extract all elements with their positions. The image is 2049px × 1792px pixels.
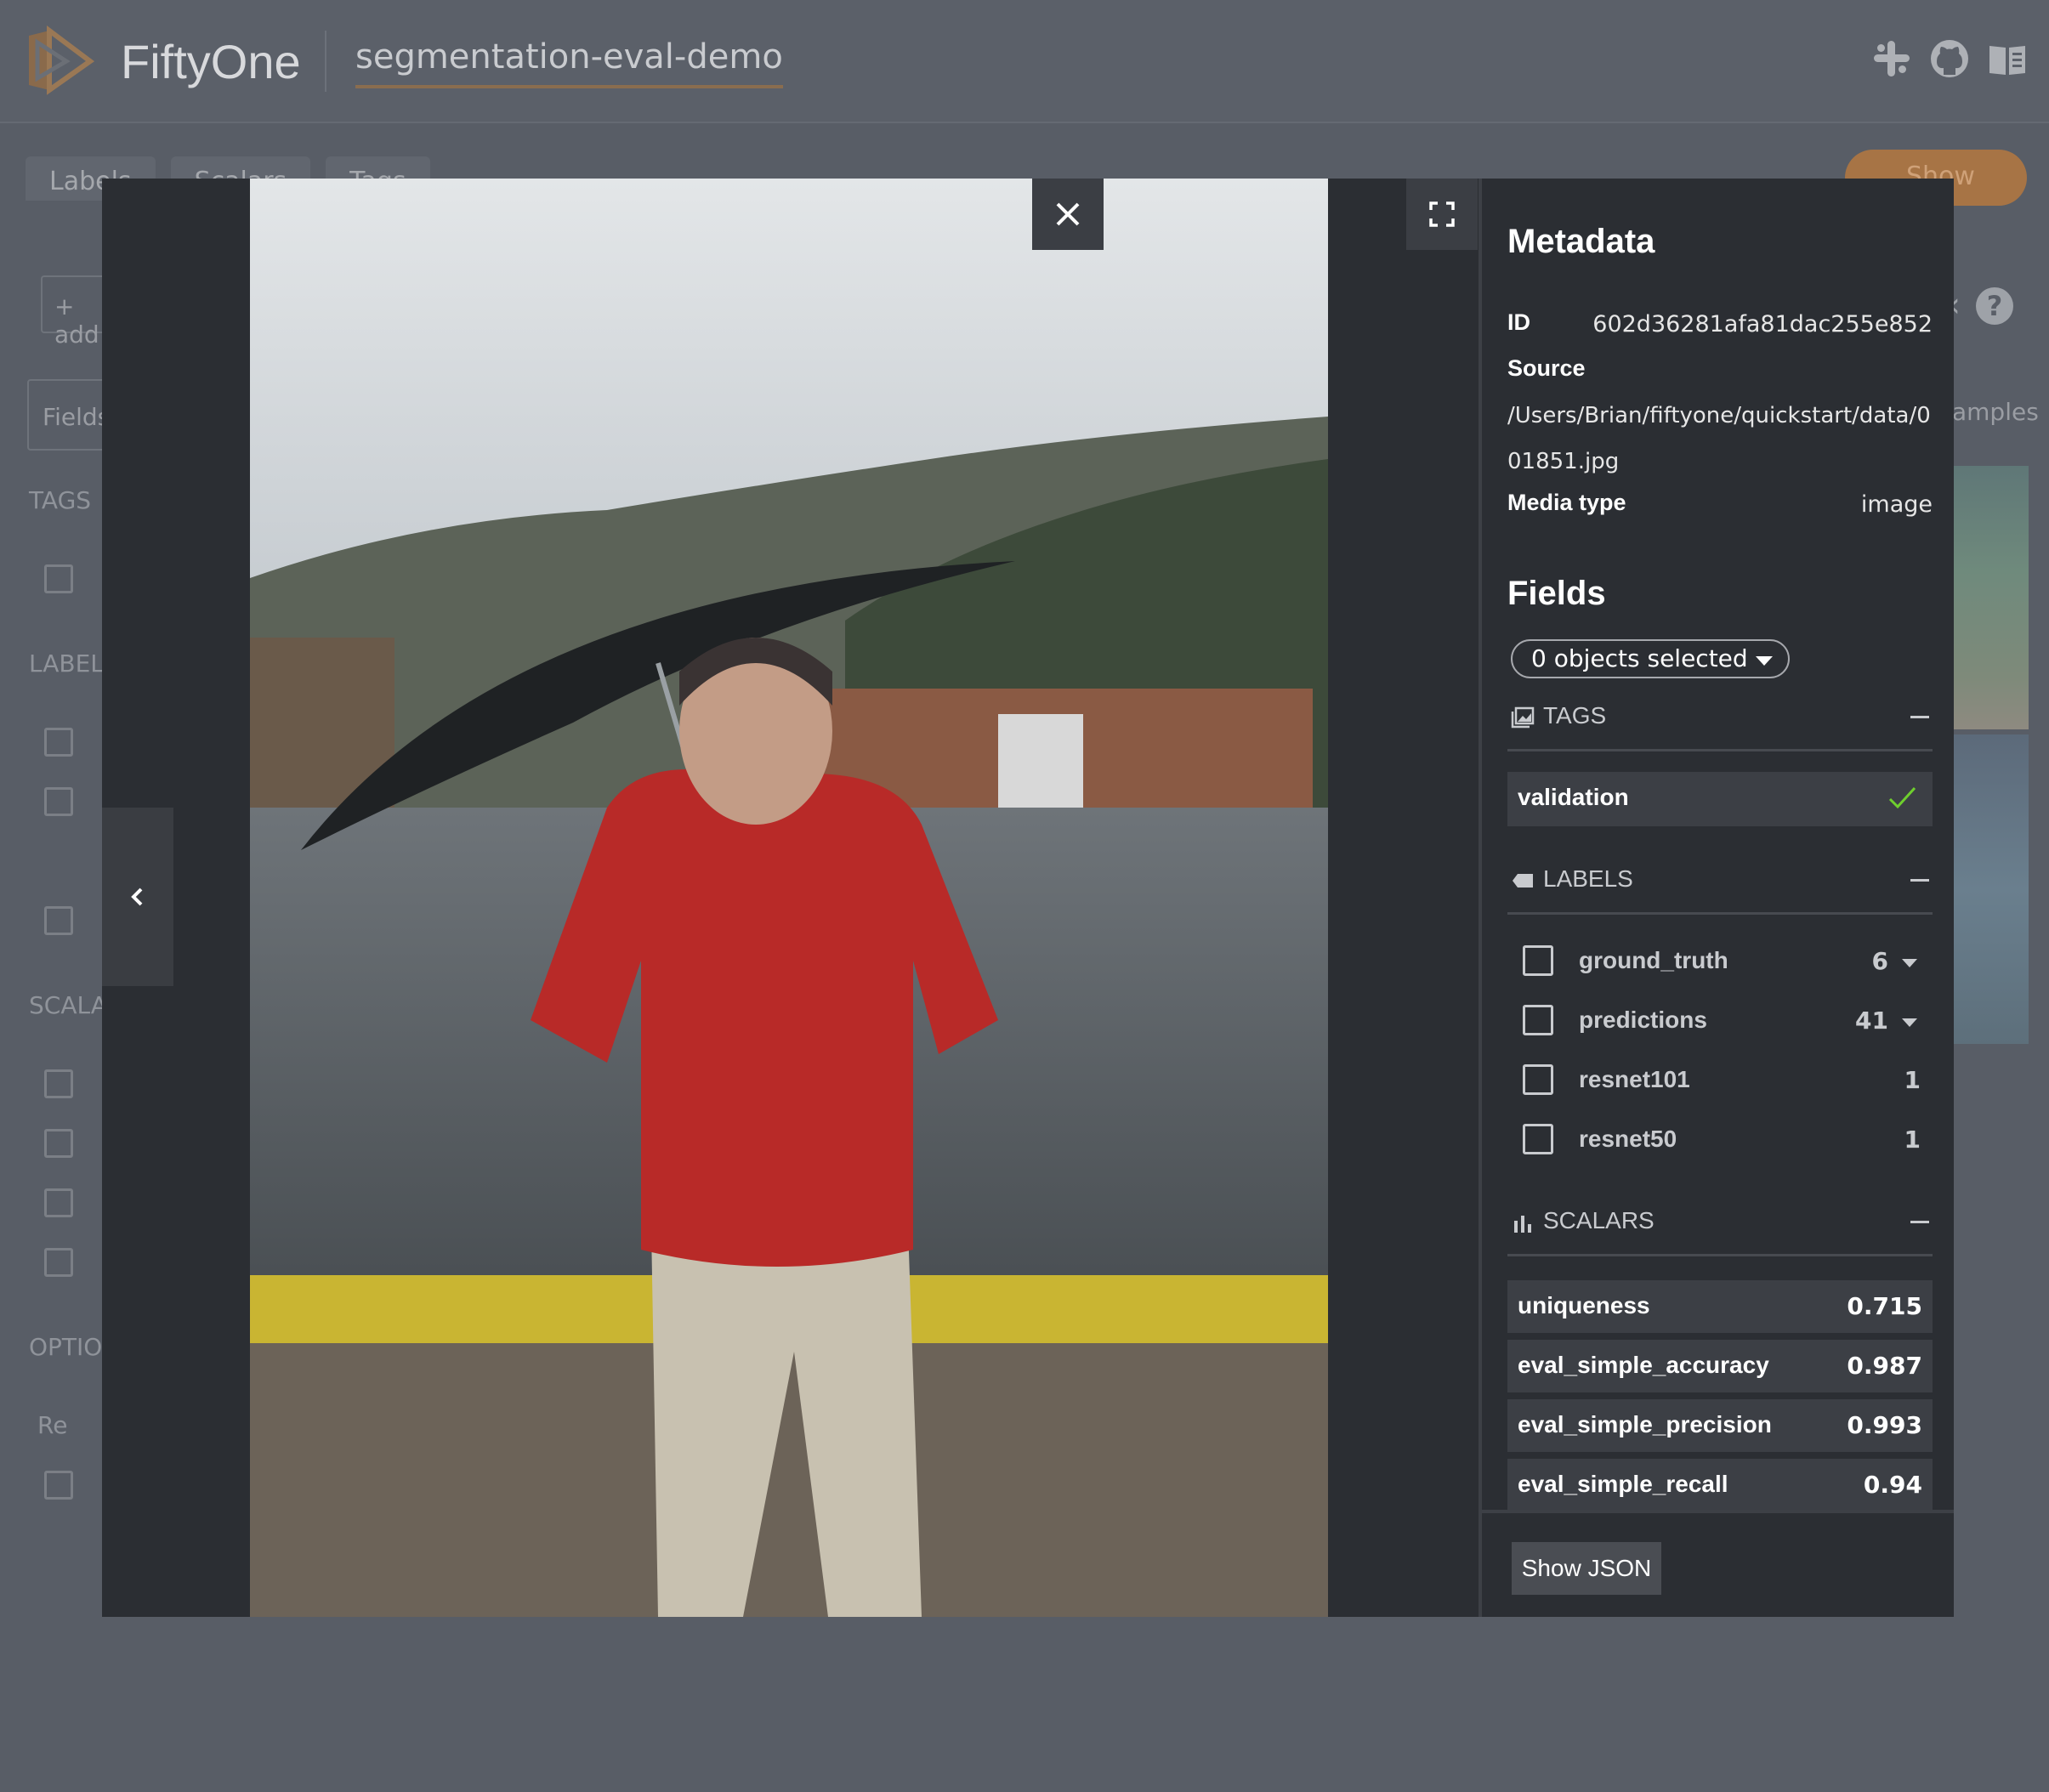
expand-icon — [1429, 201, 1455, 227]
scalar-row-eval-simple-precision: eval_simple_precision 0.993 — [1507, 1399, 1933, 1452]
background-checkbox — [44, 1188, 73, 1217]
label-row-resnet50[interactable]: resnet50 1 — [1507, 1114, 1933, 1165]
label-name: resnet50 — [1579, 1126, 1677, 1152]
scalar-row-eval-simple-accuracy: eval_simple_accuracy 0.987 — [1507, 1340, 1933, 1392]
chevron-left-icon — [131, 887, 143, 906]
scalar-name: uniqueness — [1518, 1292, 1650, 1318]
background-refresh: Re — [37, 1411, 68, 1439]
scalar-row-uniqueness: uniqueness 0.715 — [1507, 1280, 1933, 1333]
caret-down-icon — [1756, 656, 1773, 666]
scalar-value: 0.94 — [1863, 1471, 1922, 1499]
scalar-row-eval-simple-recall: eval_simple_recall 0.94 — [1507, 1459, 1933, 1511]
background-section-tags: TAGS — [29, 486, 92, 514]
background-samples-label: amples — [1952, 398, 2039, 426]
background-thumbnail — [1952, 466, 2029, 729]
caret-down-icon[interactable] — [1902, 959, 1917, 967]
label-checkbox[interactable] — [1523, 1124, 1553, 1154]
image-viewer — [102, 179, 1479, 1617]
metadata-id-label: ID — [1507, 309, 1530, 335]
background-checkbox — [44, 1248, 73, 1277]
bar-chart-icon — [1514, 1216, 1531, 1233]
scalar-value: 0.987 — [1847, 1352, 1922, 1380]
background-checkbox — [44, 728, 73, 757]
top-icon-group — [1870, 37, 2029, 80]
checkmark-icon — [1888, 786, 1916, 809]
scalar-name: eval_simple_accuracy — [1518, 1352, 1769, 1378]
label-name: predictions — [1579, 1007, 1707, 1033]
dataset-selector[interactable]: segmentation-eval-demo — [355, 37, 783, 88]
previous-sample-button[interactable] — [102, 808, 173, 986]
labels-section-header[interactable]: LABELS — [1507, 864, 1933, 915]
tag-row-validation[interactable]: validation — [1507, 772, 1933, 826]
metadata-source-value: /Users/Brian/fiftyone/quickstart/data/00… — [1507, 403, 1931, 474]
background-checkbox — [44, 1069, 73, 1098]
labels-section-label: LABELS — [1543, 865, 1633, 892]
fiftyone-logo-icon[interactable] — [24, 24, 95, 95]
background-help-icon: ? — [1976, 287, 2013, 325]
caret-down-icon[interactable] — [1902, 1018, 1917, 1027]
metadata-heading: Metadata — [1507, 223, 1655, 260]
tags-section-label: TAGS — [1543, 702, 1607, 729]
label-checkbox[interactable] — [1523, 1064, 1553, 1095]
docs-book-icon[interactable] — [1986, 37, 2029, 80]
sample-modal: Metadata ID 602d36281afa81dac255e852 Sou… — [102, 179, 1954, 1617]
metadata-id-row: ID 602d36281afa81dac255e852 — [1507, 309, 1933, 337]
scalars-section-header[interactable]: SCALARS — [1507, 1205, 1933, 1256]
tag-name: validation — [1518, 784, 1629, 810]
label-row-ground-truth[interactable]: ground_truth 6 — [1507, 935, 1933, 986]
metadata-media-type-label: Media type — [1507, 490, 1626, 515]
label-checkbox[interactable] — [1523, 945, 1553, 976]
close-icon — [1056, 202, 1080, 226]
label-tag-icon — [1513, 874, 1533, 887]
scalar-name: eval_simple_recall — [1518, 1471, 1728, 1497]
collapse-icon[interactable] — [1910, 879, 1929, 882]
scalar-name: eval_simple_precision — [1518, 1411, 1772, 1438]
background-checkbox — [44, 1471, 73, 1500]
background-checkbox — [44, 564, 73, 593]
metadata-source-label: Source — [1507, 355, 1586, 381]
brand-name[interactable]: FiftyOne — [121, 34, 301, 89]
label-name: ground_truth — [1579, 947, 1728, 973]
metadata-id-value: 602d36281afa81dac255e852 — [1592, 311, 1933, 337]
fullscreen-button[interactable] — [1406, 179, 1478, 250]
github-icon[interactable] — [1928, 37, 1971, 80]
brand-divider — [325, 31, 326, 92]
metadata-source-row: Source — [1507, 355, 1933, 382]
metadata-media-type-row: Media type image — [1507, 490, 1933, 518]
label-count: 1 — [1904, 1066, 1921, 1094]
scalars-section-label: SCALARS — [1543, 1207, 1655, 1233]
metadata-media-type-value: image — [1860, 491, 1933, 518]
background-checkbox — [44, 1129, 73, 1158]
collapse-icon[interactable] — [1910, 1221, 1929, 1223]
label-checkbox[interactable] — [1523, 1005, 1553, 1035]
scalar-value: 0.715 — [1847, 1292, 1922, 1320]
top-app-bar: FiftyOne segmentation-eval-demo — [0, 0, 2049, 123]
slack-icon[interactable] — [1870, 37, 1913, 80]
label-count: 41 — [1855, 1007, 1888, 1035]
image-tag-icon — [1511, 706, 1535, 729]
label-name: resnet101 — [1579, 1066, 1690, 1092]
background-thumbnail — [1952, 734, 2029, 1044]
background-checkbox — [44, 906, 73, 935]
scalar-value: 0.993 — [1847, 1411, 1922, 1439]
objects-selected-dropdown[interactable]: 0 objects selected — [1511, 639, 1790, 678]
label-count: 6 — [1871, 947, 1888, 975]
panel-footer: Show JSON — [1482, 1510, 1954, 1617]
close-modal-button[interactable] — [1032, 179, 1104, 250]
label-count: 1 — [1904, 1126, 1921, 1154]
tags-section-header[interactable]: TAGS — [1507, 700, 1933, 751]
show-json-button[interactable]: Show JSON — [1512, 1542, 1661, 1595]
fields-heading: Fields — [1507, 575, 1606, 612]
label-row-resnet101[interactable]: resnet101 1 — [1507, 1054, 1933, 1105]
sidebar-panel: Metadata ID 602d36281afa81dac255e852 Sou… — [1479, 179, 1954, 1617]
collapse-icon[interactable] — [1910, 716, 1929, 718]
background-checkbox — [44, 787, 73, 816]
label-row-predictions[interactable]: predictions 41 — [1507, 995, 1933, 1046]
objects-selected-label: 0 objects selected — [1531, 644, 1748, 672]
sample-image[interactable] — [250, 179, 1328, 1617]
